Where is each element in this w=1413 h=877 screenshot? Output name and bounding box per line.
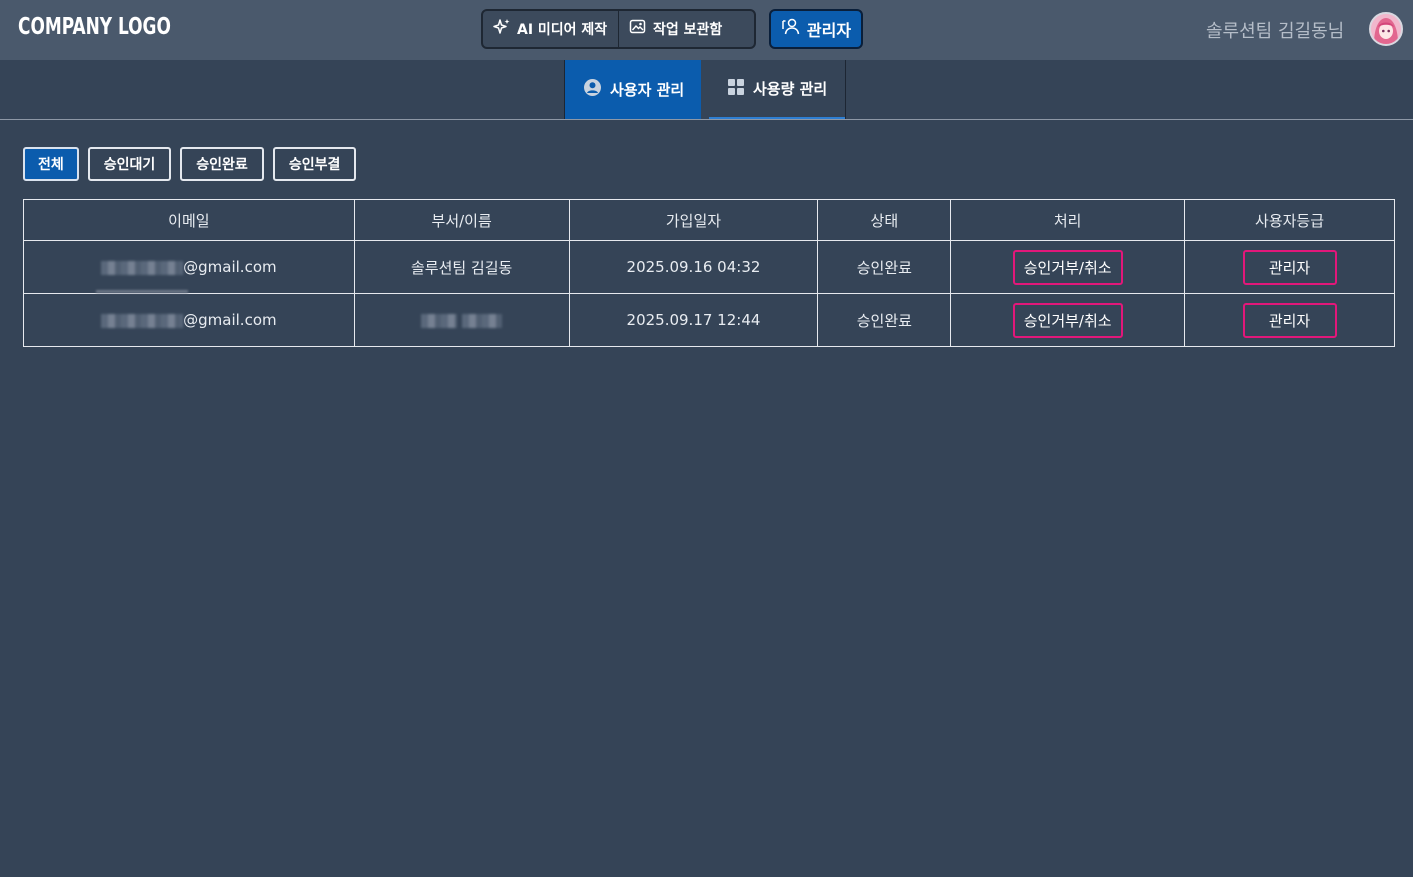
joined-date-cell: 2025.09.16 04:32 — [568, 240, 819, 294]
nav-archive-label: 작업 보관함 — [653, 22, 723, 38]
column-header-action: 처리 — [950, 199, 1186, 241]
status-filters: 전체 승인대기 승인완료 승인부결 — [23, 147, 357, 181]
joined-date-cell: 2025.09.17 12:44 — [568, 293, 819, 347]
sub-tab-bar: 사용자 관리 사용량 관리 — [0, 60, 1413, 120]
email-domain: @gmail.com — [183, 258, 277, 276]
grade-cell: 관리자 — [1184, 293, 1395, 347]
column-header-grade: 사용자등급 — [1184, 199, 1395, 241]
table-header-row: 이메일 부서/이름 가입일자 상태 처리 사용자등급 — [23, 199, 1395, 241]
column-header-status: 상태 — [817, 199, 952, 241]
action-cell: 승인거부/취소 — [950, 240, 1186, 294]
redacted-email — [101, 260, 184, 275]
column-header-email: 이메일 — [23, 199, 355, 241]
nav-ai-media-label: AI 미디어 제작 — [517, 22, 608, 38]
admin-tabs: 사용자 관리 사용량 관리 — [564, 60, 846, 119]
admin-button[interactable]: 관리자 — [769, 9, 863, 49]
column-header-joined: 가입일자 — [568, 199, 819, 241]
grade-cell: 관리자 — [1184, 240, 1395, 294]
tab-user-management[interactable]: 사용자 관리 — [565, 60, 701, 119]
user-circle-icon — [583, 78, 602, 101]
nav-archive-button[interactable]: 작업 보관함 — [619, 11, 732, 47]
table-row: @gmail.com 2025.09.17 12:44 승인완료 승인거부/취소… — [23, 293, 1395, 347]
column-header-dept-name: 부서/이름 — [353, 199, 570, 241]
admin-label: 관리자 — [806, 21, 852, 40]
tab-usage-management[interactable]: 사용량 관리 — [709, 60, 845, 119]
dept-name-cell: 솔루션팀 김길동 — [353, 240, 570, 294]
grid-icon — [727, 78, 745, 100]
nav-ai-media-button[interactable]: AI 미디어 제작 — [483, 11, 619, 47]
grade-admin-button[interactable]: 관리자 — [1242, 249, 1337, 285]
table-row: @gmail.com 솔루션팀 김길동 2025.09.16 04:32 승인완… — [23, 240, 1395, 294]
redacted-name — [462, 313, 503, 328]
user-table: 이메일 부서/이름 가입일자 상태 처리 사용자등급 @gmail.com 솔루… — [23, 199, 1395, 347]
filter-all-button[interactable]: 전체 — [23, 147, 79, 181]
tab-user-management-label: 사용자 관리 — [610, 81, 685, 99]
email-domain: @gmail.com — [183, 311, 277, 329]
dept-name-cell — [353, 293, 570, 347]
email-cell: @gmail.com — [23, 293, 355, 347]
filter-pending-button[interactable]: 승인대기 — [87, 147, 172, 181]
status-cell: 승인완료 — [817, 293, 952, 347]
avatar[interactable] — [1369, 12, 1403, 46]
filter-rejected-button[interactable]: 승인부결 — [272, 147, 357, 181]
email-cell: @gmail.com — [23, 240, 355, 294]
filter-approved-button[interactable]: 승인완료 — [180, 147, 264, 181]
reject-cancel-button[interactable]: 승인거부/취소 — [1012, 302, 1123, 338]
admin-user-icon — [781, 17, 801, 41]
redacted-dept — [421, 313, 458, 328]
image-library-icon — [629, 18, 647, 40]
top-header: COMPANY LOGO AI 미디어 제작 작업 보관함 관리자 솔루션팀 김… — [0, 0, 1413, 60]
tab-usage-management-label: 사용량 관리 — [753, 80, 828, 98]
sparkle-icon — [493, 18, 511, 40]
user-name: 솔루션팀 김길동님 — [1206, 21, 1345, 42]
main-nav: AI 미디어 제작 작업 보관함 — [481, 9, 756, 49]
redacted-email — [101, 313, 184, 328]
status-cell: 승인완료 — [817, 240, 952, 294]
company-logo[interactable]: COMPANY LOGO — [18, 14, 171, 40]
reject-cancel-button[interactable]: 승인거부/취소 — [1012, 249, 1123, 285]
grade-admin-button[interactable]: 관리자 — [1242, 302, 1337, 338]
action-cell: 승인거부/취소 — [950, 293, 1186, 347]
